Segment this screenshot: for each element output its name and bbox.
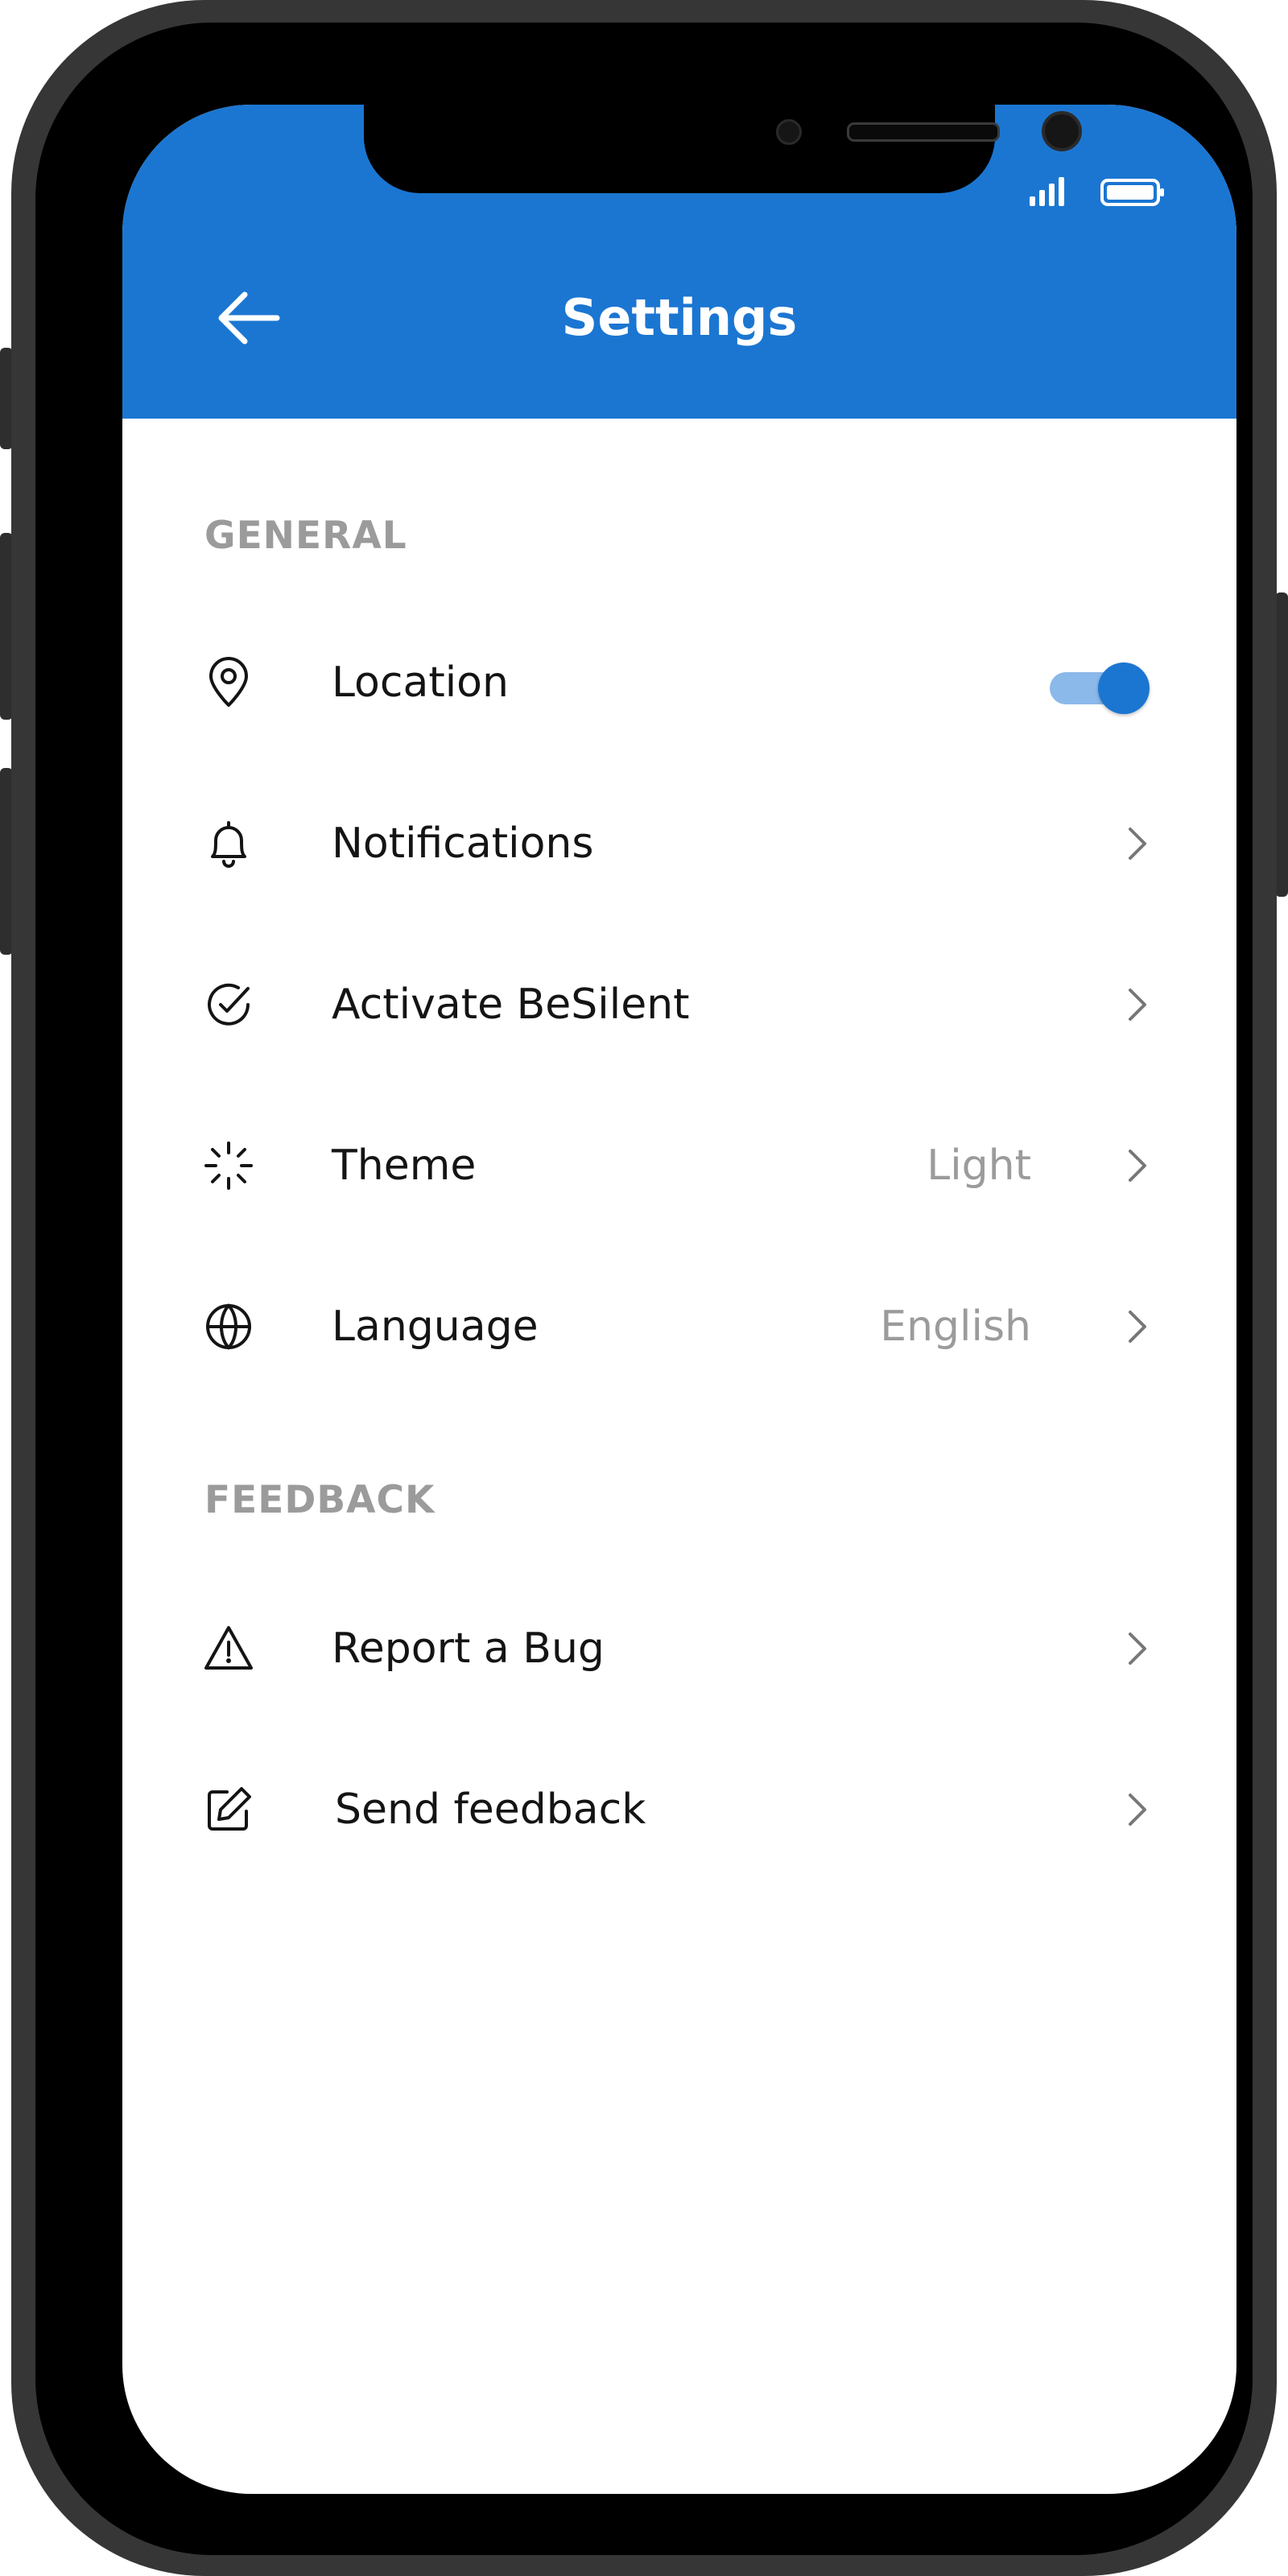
toggle-knob [1098, 663, 1150, 714]
settings-row-label: Report a Bug [332, 1624, 605, 1673]
proximity-sensor [776, 119, 802, 145]
chevron-right-icon [1129, 1633, 1146, 1665]
settings-row-label: Send feedback [335, 1785, 646, 1834]
settings-row-report-bug[interactable]: Report a Bug [122, 1600, 1236, 1697]
edit-icon [208, 1787, 251, 1831]
phone-frame: Settings GENERAL Location Notifications … [11, 0, 1277, 2576]
globe-icon [206, 1303, 251, 1350]
map-pin-icon [209, 657, 248, 707]
location-toggle[interactable] [1050, 661, 1151, 714]
settings-row-label: Language [332, 1302, 539, 1351]
bell-icon [211, 821, 246, 868]
alert-triangle-icon [204, 1626, 253, 1670]
settings-row-language[interactable]: Language English [122, 1278, 1236, 1375]
settings-row-location[interactable]: Location [122, 634, 1236, 731]
notch [364, 105, 1082, 193]
page-title: Settings [561, 288, 798, 347]
chevron-right-icon [1129, 828, 1146, 860]
app-bar: Settings [122, 105, 1236, 419]
chevron-right-icon [1129, 1794, 1146, 1826]
theme-value: Light [927, 1141, 1031, 1190]
signal-icon [1030, 177, 1064, 206]
settings-row-label: Activate BeSilent [332, 980, 690, 1029]
settings-row-label: Notifications [332, 819, 594, 868]
settings-row-theme[interactable]: Theme Light [122, 1117, 1236, 1214]
earpiece-speaker [847, 122, 1000, 142]
chevron-right-icon [1129, 1311, 1146, 1343]
chevron-right-icon [1129, 1150, 1146, 1182]
section-title-general: GENERAL [204, 514, 407, 558]
loader-icon [204, 1141, 253, 1190]
phone-screen: Settings GENERAL Location Notifications … [122, 105, 1236, 2494]
battery-icon [1100, 179, 1164, 206]
check-circle-icon [208, 983, 250, 1026]
settings-row-send-feedback[interactable]: Send feedback [122, 1761, 1236, 1858]
language-value: English [880, 1302, 1031, 1351]
chevron-right-icon [1129, 989, 1146, 1021]
settings-row-notifications[interactable]: Notifications [122, 795, 1236, 892]
front-camera [1042, 111, 1082, 151]
phone-bezel: Settings GENERAL Location Notifications … [35, 23, 1253, 2555]
settings-row-label: Location [332, 658, 509, 707]
power-button [1275, 592, 1288, 897]
section-title-feedback: FEEDBACK [204, 1478, 436, 1522]
settings-row-label: Theme [332, 1141, 477, 1190]
settings-row-activate-besilent[interactable]: Activate BeSilent [122, 956, 1236, 1053]
